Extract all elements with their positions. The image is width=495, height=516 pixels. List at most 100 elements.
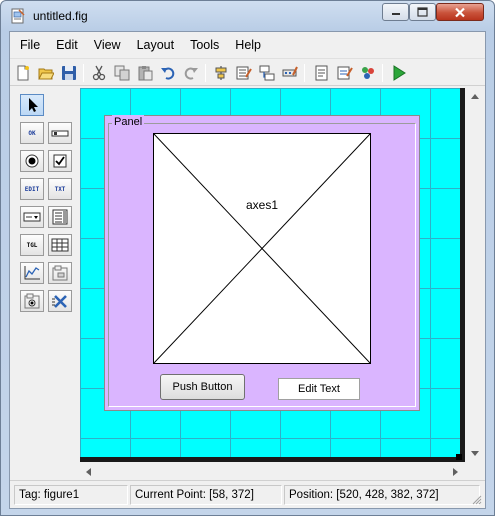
property-inspector-icon (337, 66, 353, 80)
uipanel[interactable]: Panel axes1 Push Button Edit Text (104, 115, 420, 411)
copy-button[interactable] (113, 64, 131, 82)
slider-icon (51, 130, 69, 137)
toggle-button-tool-icon: TGL (26, 241, 38, 249)
object-browser-button[interactable] (359, 64, 377, 82)
scroll-down-icon[interactable] (471, 450, 479, 456)
toolbar-editor-button[interactable] (281, 64, 299, 82)
paste-icon (138, 66, 153, 81)
activex-control-icon (52, 295, 67, 308)
radio-button-tool[interactable] (20, 150, 44, 172)
scrollbar-corner (465, 462, 485, 480)
activex-control-tool[interactable] (48, 290, 72, 312)
status-tag: Tag: figure1 (14, 485, 128, 505)
mfile-editor-icon (315, 65, 328, 81)
table-icon (51, 238, 69, 252)
menu-editor-icon (236, 66, 252, 80)
property-inspector-button[interactable] (336, 64, 354, 82)
client-area: File Edit View Layout Tools Help OK EDIT… (9, 31, 486, 509)
menu-tools[interactable]: Tools (182, 38, 227, 52)
axes-label: axes1 (245, 198, 279, 212)
redo-icon (184, 67, 198, 80)
push-button-tool[interactable]: OK (20, 122, 44, 144)
select-arrow-icon (29, 98, 38, 112)
panel-icon (52, 265, 68, 281)
toolbar-editor-icon (282, 66, 298, 77)
status-current-point: Current Point: [58, 372] (130, 485, 282, 505)
tab-order-editor-button[interactable] (258, 64, 276, 82)
copy-icon (114, 65, 130, 81)
toolbar (10, 58, 485, 86)
mfile-editor-button[interactable] (313, 64, 331, 82)
table-tool[interactable] (48, 234, 72, 256)
component-palette: OK EDIT TXT TGL (10, 88, 80, 462)
guide-window: untitled.fig File Edit View Layout Tools… (0, 0, 495, 516)
scroll-up-icon[interactable] (471, 94, 479, 100)
listbox-tool[interactable] (48, 206, 72, 228)
run-figure-button[interactable] (390, 64, 408, 82)
panel-title: Panel (112, 115, 145, 129)
align-objects-icon (215, 66, 227, 80)
align-objects-button[interactable] (212, 64, 230, 82)
menu-view[interactable]: View (86, 38, 129, 52)
new-figure-button[interactable] (14, 64, 32, 82)
undo-button[interactable] (159, 64, 177, 82)
redo-button[interactable] (182, 64, 200, 82)
menu-edit[interactable]: Edit (48, 38, 86, 52)
menu-editor-button[interactable] (235, 64, 253, 82)
title-bar[interactable]: untitled.fig (1, 1, 494, 31)
menu-layout[interactable]: Layout (129, 38, 183, 52)
maximize-icon (417, 7, 428, 17)
toolbar-separator (83, 64, 84, 82)
checkbox-icon (53, 154, 67, 168)
scroll-right-icon[interactable] (452, 468, 458, 476)
menu-bar: File Edit View Layout Tools Help (10, 32, 485, 58)
checkbox-tool[interactable] (48, 150, 72, 172)
minimize-button[interactable] (382, 3, 409, 21)
push-button-tool-icon: OK (28, 129, 36, 137)
close-button[interactable] (436, 3, 484, 21)
cut-icon (92, 65, 106, 81)
horizontal-scrollbar[interactable] (80, 462, 465, 480)
toolbar-separator (304, 64, 305, 82)
axes-icon (24, 266, 40, 280)
layout-area[interactable]: Panel axes1 Push Button Edit Text (80, 88, 465, 462)
size-grip-icon[interactable] (472, 495, 482, 505)
save-button[interactable] (60, 64, 78, 82)
vertical-scrollbar[interactable] (465, 88, 485, 462)
axes-placeholder-cross (154, 134, 370, 363)
run-figure-icon (393, 65, 406, 81)
toolbar-separator (205, 64, 206, 82)
scroll-left-icon[interactable] (86, 468, 92, 476)
select-tool[interactable] (20, 94, 44, 116)
button-group-icon (24, 293, 40, 309)
menu-help[interactable]: Help (227, 38, 269, 52)
figure-canvas[interactable]: Panel axes1 Push Button Edit Text (80, 88, 460, 457)
object-browser-icon (362, 67, 374, 79)
static-text-tool[interactable]: TXT (48, 178, 72, 200)
slider-tool[interactable] (48, 122, 72, 144)
maximize-button[interactable] (409, 3, 436, 21)
panel-tool[interactable] (48, 262, 72, 284)
cut-button[interactable] (90, 64, 108, 82)
paste-button[interactable] (136, 64, 154, 82)
static-text-tool-icon: TXT (54, 185, 66, 193)
status-bar: Tag: figure1 Current Point: [58, 372] Po… (10, 480, 485, 508)
toolbar-separator (382, 64, 383, 82)
edit-text-tool-icon: EDIT (24, 185, 40, 193)
open-button[interactable] (37, 64, 55, 82)
axes-tool[interactable] (20, 262, 44, 284)
open-icon (38, 68, 54, 80)
axes-placeholder[interactable]: axes1 (153, 133, 371, 364)
figure-resize-handle[interactable] (456, 454, 462, 460)
save-icon (62, 66, 76, 80)
menu-file[interactable]: File (10, 38, 48, 52)
edit-text-field[interactable]: Edit Text (278, 378, 360, 400)
button-group-tool[interactable] (20, 290, 44, 312)
edit-text-tool[interactable]: EDIT (20, 178, 44, 200)
undo-icon (161, 67, 175, 80)
toggle-button-tool[interactable]: TGL (20, 234, 44, 256)
popup-menu-tool[interactable] (20, 206, 44, 228)
push-button[interactable]: Push Button (160, 374, 245, 400)
tab-order-editor-icon (259, 65, 275, 81)
popup-menu-icon (23, 212, 41, 222)
